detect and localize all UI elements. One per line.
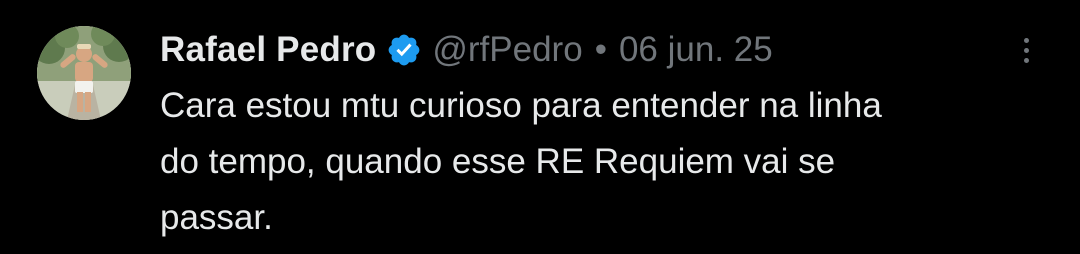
- verified-badge-icon: [386, 32, 422, 68]
- tweet-header: Rafael Pedro @rfPedro • 06 jun. 25: [160, 26, 773, 74]
- more-dot: [1023, 37, 1029, 43]
- author-name[interactable]: Rafael Pedro: [160, 30, 376, 70]
- tweet-text: Cara estou mtu curioso para entender na …: [160, 78, 1060, 246]
- tweet-text-line: passar.: [160, 198, 273, 237]
- tweet[interactable]: Rafael Pedro @rfPedro • 06 jun. 25 Cara …: [0, 0, 1080, 254]
- author-handle[interactable]: @rfPedro: [432, 30, 582, 70]
- tweet-text-line: do tempo, quando esse RE Requiem vai se: [160, 142, 836, 181]
- more-dot: [1023, 47, 1029, 53]
- avatar[interactable]: [37, 26, 131, 120]
- more-dot: [1023, 57, 1029, 63]
- separator-dot: •: [594, 30, 607, 69]
- tweet-text-line: Cara estou mtu curioso para entender na …: [160, 86, 882, 125]
- more-options-icon[interactable]: [1012, 30, 1040, 70]
- tweet-date[interactable]: 06 jun. 25: [619, 30, 773, 70]
